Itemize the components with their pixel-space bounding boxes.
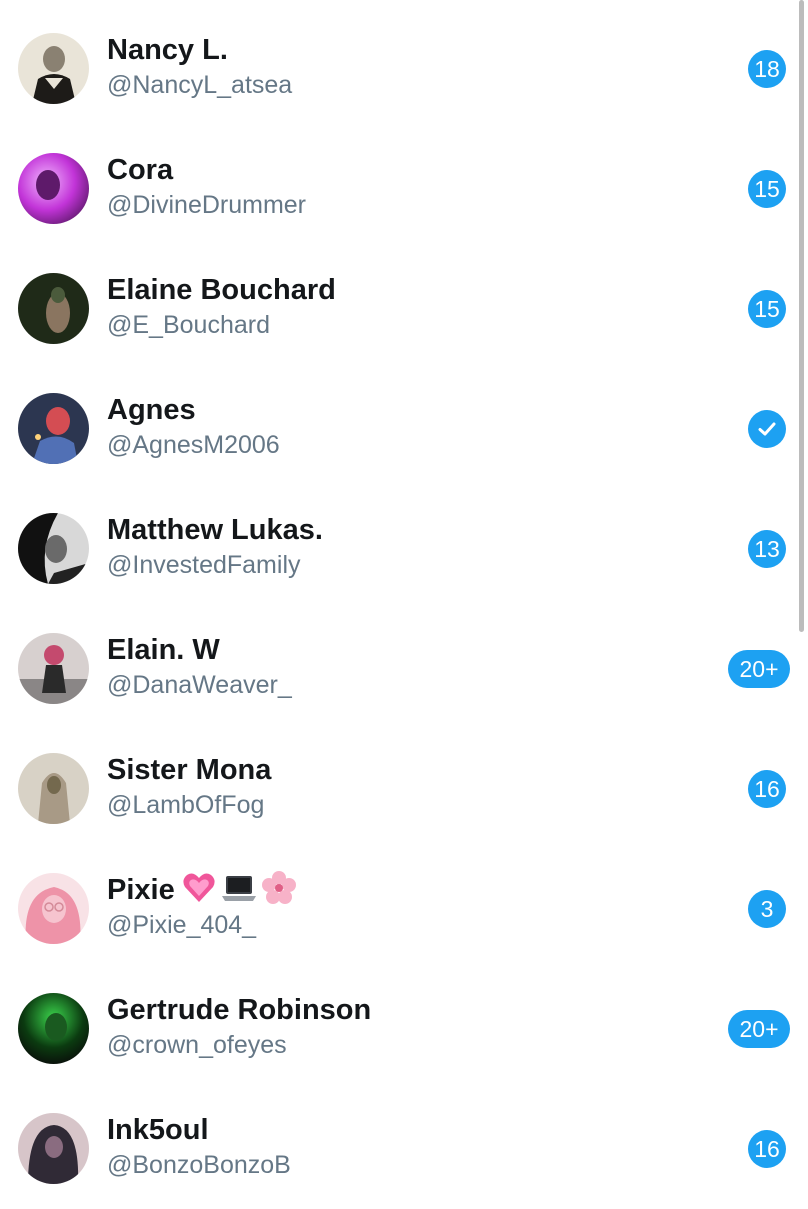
read-status-badge	[748, 410, 786, 448]
avatar[interactable]	[18, 633, 89, 704]
unread-count-badge: 3	[748, 890, 786, 928]
user-name-text: Pixie	[107, 874, 175, 906]
user-name: Gertrude Robinson	[107, 994, 372, 1026]
list-item[interactable]: Agnes @AgnesM2006	[0, 369, 808, 489]
user-handle: @NancyL_atsea	[107, 71, 293, 99]
unread-count-badge: 18	[748, 50, 786, 88]
list-item[interactable]: Elaine Bouchard @E_Bouchard 15	[0, 249, 808, 369]
avatar[interactable]	[18, 753, 89, 824]
user-handle: @BonzoBonzoB	[107, 1151, 291, 1179]
user-handle: @Pixie_404_	[107, 911, 257, 939]
check-icon	[758, 422, 776, 436]
unread-count-badge: 16	[748, 1130, 786, 1168]
user-name: Sister Mona	[107, 754, 272, 786]
user-name: Ink5oul	[107, 1114, 209, 1146]
user-handle: @E_Bouchard	[107, 311, 270, 339]
avatar[interactable]	[18, 393, 89, 464]
list-item[interactable]: Nancy L. @NancyL_atsea 18	[0, 9, 808, 129]
avatar[interactable]	[18, 153, 89, 224]
list-item[interactable]: Ink5oul @BonzoBonzoB 16	[0, 1089, 808, 1209]
list-item[interactable]: Pixie @Pixie_404_ 3	[0, 849, 808, 969]
cherry-blossom-icon	[261, 871, 296, 905]
user-handle: @AgnesM2006	[107, 431, 280, 459]
user-name: Elain. W	[107, 634, 220, 666]
scrollbar[interactable]	[799, 0, 804, 632]
unread-count-badge: 16	[748, 770, 786, 808]
user-handle: @crown_ofeyes	[107, 1031, 287, 1059]
user-name: Elaine Bouchard	[107, 274, 336, 306]
user-name: Matthew Lukas.	[107, 514, 323, 546]
avatar[interactable]	[18, 873, 89, 944]
laptop-icon	[221, 876, 256, 902]
user-handle: @InvestedFamily	[107, 551, 301, 579]
emoji-group	[181, 870, 297, 906]
pink-heart-icon	[183, 873, 215, 903]
user-name: Pixie	[107, 870, 297, 909]
user-name: Nancy L.	[107, 34, 228, 66]
conversation-list: Nancy L. @NancyL_atsea 18 Cora @DivineDr…	[0, 9, 808, 1209]
list-item[interactable]: Elain. W @DanaWeaver_ 20+	[0, 609, 808, 729]
avatar[interactable]	[18, 1113, 89, 1184]
user-name: Agnes	[107, 394, 196, 426]
list-item[interactable]: Gertrude Robinson @crown_ofeyes 20+	[0, 969, 808, 1089]
user-handle: @DanaWeaver_	[107, 671, 292, 699]
unread-count-badge: 20+	[728, 650, 790, 688]
avatar[interactable]	[18, 993, 89, 1064]
list-item[interactable]: Cora @DivineDrummer 15	[0, 129, 808, 249]
unread-count-badge: 20+	[728, 1010, 790, 1048]
avatar[interactable]	[18, 273, 89, 344]
list-item[interactable]: Sister Mona @LambOfFog 16	[0, 729, 808, 849]
avatar[interactable]	[18, 513, 89, 584]
user-handle: @DivineDrummer	[107, 191, 307, 219]
user-name: Cora	[107, 154, 174, 186]
unread-count-badge: 15	[748, 290, 786, 328]
list-item[interactable]: Matthew Lukas. @InvestedFamily 13	[0, 489, 808, 609]
user-handle: @LambOfFog	[107, 791, 265, 819]
unread-count-badge: 13	[748, 530, 786, 568]
avatar[interactable]	[18, 33, 89, 104]
unread-count-badge: 15	[748, 170, 786, 208]
